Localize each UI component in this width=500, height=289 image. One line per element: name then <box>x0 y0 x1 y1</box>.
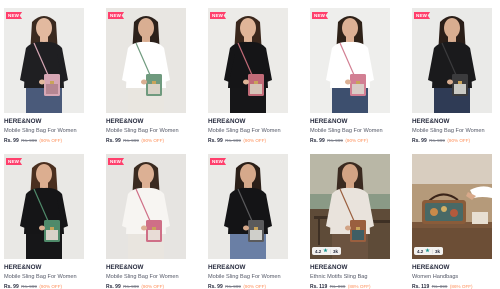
original-price: Rs. 999 <box>225 284 241 289</box>
product-brand: HERE&NOW <box>106 118 144 125</box>
product-card[interactable]: NEW HERE&NOW Mobile Sling Bag For Women Rs.… <box>4 154 84 289</box>
discount-percent: (90% OFF) <box>39 138 63 143</box>
product-brand: HERE&NOW <box>412 118 450 125</box>
new-badge: NEW <box>6 158 23 165</box>
product-brand: HERE&NOW <box>106 264 144 271</box>
original-price: Rs. 999 <box>429 138 445 143</box>
product-title: Mobile Sling Bag For Women <box>208 274 281 280</box>
divider: | <box>431 248 434 254</box>
discounted-price: Rs. 99 <box>208 284 223 289</box>
discounted-price: Rs. 99 <box>310 138 325 144</box>
product-card[interactable]: NEW HERE&NOW Mobile Sling Bag For Women Rs.… <box>208 154 288 289</box>
discounted-price: Rs. 119 <box>310 284 328 289</box>
rating-value: 4.2 <box>417 248 424 254</box>
new-badge: NEW <box>6 12 23 19</box>
product-brand: HERE&NOW <box>4 264 42 271</box>
new-badge: NEW <box>210 12 227 19</box>
product-price: Rs. 99 Rs. 999 (90% OFF) <box>106 138 186 144</box>
discount-percent: (90% OFF) <box>243 138 267 143</box>
product-brand: HERE&NOW <box>4 118 42 125</box>
product-brand: HERE&NOW <box>310 118 348 125</box>
product-title: Mobile Sling Bag For Women <box>412 128 485 134</box>
discounted-price: Rs. 99 <box>412 138 427 144</box>
product-image[interactable]: 4.2 ★ | 3k <box>310 154 390 259</box>
product-price: Rs. 99 Rs. 999 (90% OFF) <box>4 138 84 144</box>
product-title: Mobile Sling Bag For Women <box>310 128 383 134</box>
discount-percent: (90% OFF) <box>447 138 471 143</box>
product-title: Women Handbags <box>412 274 459 280</box>
product-card[interactable]: NEW HERE&NOW Mobile Sling Bag For Women Rs.… <box>208 8 288 146</box>
new-badge: NEW <box>414 12 431 19</box>
original-price: Rs. 999 <box>123 138 139 143</box>
product-grid: NEW HERE&NOW Mobile Sling Bag For Women Rs.… <box>0 0 500 289</box>
product-title: Mobile Sling Bag For Women <box>208 128 281 134</box>
rating-badge: 4.2 ★ | 3k <box>312 247 342 255</box>
product-image[interactable]: NEW <box>106 8 186 113</box>
product-price: Rs. 119 Rs. 999 (88% OFF) <box>310 284 390 289</box>
original-price: Rs. 999 <box>21 284 37 289</box>
discounted-price: Rs. 119 <box>412 284 430 289</box>
discount-percent: (90% OFF) <box>243 284 267 289</box>
star-icon: ★ <box>425 248 430 254</box>
rating-badge: 4.2 ★ | 3k <box>414 247 444 255</box>
discount-percent: (88% OFF) <box>347 284 371 289</box>
product-title: Mobile Sling Bag For Women <box>106 274 179 280</box>
product-image[interactable]: NEW <box>106 154 186 259</box>
product-price: Rs. 119 Rs. 899 (86% OFF) <box>412 284 492 289</box>
review-count: 3k <box>333 248 339 254</box>
product-card[interactable]: NEW HERE&NOW Mobile Sling Bag For Women Rs.… <box>4 8 84 146</box>
product-card[interactable]: NEW HERE&NOW Mobile Sling Bag For Women Rs.… <box>310 8 390 146</box>
review-count: 3k <box>435 248 441 254</box>
discounted-price: Rs. 99 <box>4 138 19 144</box>
product-brand: HERE&NOW <box>310 264 348 271</box>
product-title: Mobile Sling Bag For Women <box>4 128 77 134</box>
product-title: Mobile Sling Bag For Women <box>4 274 77 280</box>
original-price: Rs. 999 <box>123 284 139 289</box>
new-badge: NEW <box>210 158 227 165</box>
product-image[interactable]: NEW <box>208 154 288 259</box>
original-price: Rs. 899 <box>431 284 448 289</box>
discounted-price: Rs. 99 <box>4 284 19 289</box>
product-price: Rs. 99 Rs. 999 (90% OFF) <box>412 138 492 144</box>
product-title: Ethnic Motifs Sling Bag <box>310 274 368 280</box>
divider: | <box>329 248 332 254</box>
product-price: Rs. 99 Rs. 999 (90% OFF) <box>4 284 84 289</box>
product-card[interactable]: 4.2 ★ | 3k HERE&NOW Ethnic Motifs Sling Bag Rs… <box>310 154 390 289</box>
original-price: Rs. 999 <box>327 138 343 143</box>
product-price: Rs. 99 Rs. 999 (90% OFF) <box>310 138 390 144</box>
discount-percent: (90% OFF) <box>141 138 165 143</box>
product-brand: HERE&NOW <box>208 264 246 271</box>
product-price: Rs. 99 Rs. 999 (90% OFF) <box>208 284 288 289</box>
product-image[interactable]: NEW <box>4 8 84 113</box>
product-card[interactable]: 4.2 ★ | 3k HERE&NOW Women Handbags Rs. 119 Rs.… <box>412 154 492 289</box>
product-image[interactable]: NEW <box>310 8 390 113</box>
product-title: Mobile Sling Bag For Women <box>106 128 179 134</box>
rating-value: 4.2 <box>315 248 322 254</box>
discount-percent: (90% OFF) <box>141 284 165 289</box>
product-image[interactable]: NEW <box>4 154 84 259</box>
discounted-price: Rs. 99 <box>208 138 223 144</box>
original-price: Rs. 999 <box>329 284 346 289</box>
product-brand: HERE&NOW <box>208 118 246 125</box>
product-image[interactable]: NEW <box>412 8 492 113</box>
product-image[interactable]: NEW <box>208 8 288 113</box>
product-card[interactable]: NEW HERE&NOW Mobile Sling Bag For Women Rs.… <box>106 154 186 289</box>
discount-percent: (86% OFF) <box>449 284 473 289</box>
star-icon: ★ <box>323 248 328 254</box>
product-card[interactable]: NEW HERE&NOW Mobile Sling Bag For Women Rs.… <box>106 8 186 146</box>
product-card[interactable]: NEW HERE&NOW Mobile Sling Bag For Women Rs.… <box>412 8 492 146</box>
original-price: Rs. 999 <box>225 138 241 143</box>
discount-percent: (90% OFF) <box>39 284 63 289</box>
original-price: Rs. 999 <box>21 138 37 143</box>
discounted-price: Rs. 99 <box>106 138 121 144</box>
product-price: Rs. 99 Rs. 999 (90% OFF) <box>208 138 288 144</box>
new-badge: NEW <box>312 12 329 19</box>
discount-percent: (90% OFF) <box>345 138 369 143</box>
product-brand: HERE&NOW <box>412 264 450 271</box>
product-image[interactable]: 4.2 ★ | 3k <box>412 154 492 259</box>
product-price: Rs. 99 Rs. 999 (90% OFF) <box>106 284 186 289</box>
discounted-price: Rs. 99 <box>106 284 121 289</box>
